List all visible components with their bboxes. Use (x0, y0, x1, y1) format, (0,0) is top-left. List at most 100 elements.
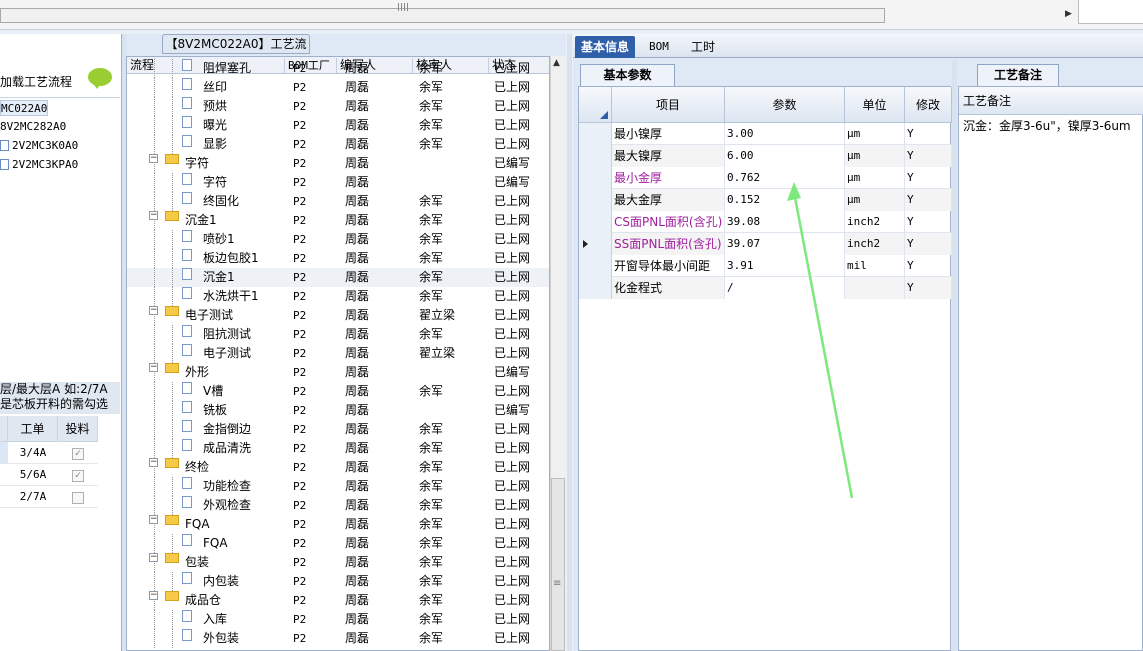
param-row[interactable]: 化金程式 / Y (579, 277, 952, 299)
param-row[interactable]: 开窗导体最小间距 3.91 mil Y (579, 255, 952, 277)
param-value[interactable]: 39.08 (725, 211, 845, 233)
param-row[interactable]: 最小金厚 0.762 μm Y (579, 167, 952, 189)
tab-2[interactable]: 工时 (685, 36, 721, 58)
writer-cell: 周磊 (345, 555, 370, 569)
bom-cell: P2 (293, 290, 307, 303)
collapse-icon[interactable]: − (149, 458, 158, 467)
collapse-icon[interactable]: − (149, 515, 158, 524)
bom-cell: P2 (293, 537, 307, 550)
param-value[interactable]: 6.00 (725, 145, 845, 167)
param-value[interactable]: 3.00 (725, 123, 845, 145)
collapse-icon[interactable]: − (149, 306, 158, 315)
process-flow-tab[interactable]: 【8V2MC022A0】工艺流程 (162, 34, 310, 69)
param-value[interactable]: 0.152 (725, 189, 845, 211)
param-value[interactable]: 3.91 (725, 255, 845, 277)
collapse-icon[interactable]: − (149, 363, 158, 372)
feed-checkbox[interactable]: ✓ (72, 447, 84, 460)
tree-row[interactable]: V槽 P2 周磊 余军 已上网 (127, 382, 549, 401)
collapse-icon[interactable]: − (149, 211, 158, 220)
tree-row[interactable]: − 包装 P2 周磊 余军 已上网 (127, 553, 549, 572)
job-list-item[interactable]: 2V2MC3KPA0 (0, 157, 78, 171)
param-row[interactable]: 最小镍厚 3.00 μm Y (579, 123, 952, 145)
collapse-icon[interactable]: − (149, 553, 158, 562)
tree-row[interactable]: 阻抗测试 P2 周磊 余军 已上网 (127, 325, 549, 344)
param-row[interactable]: 最大镍厚 6.00 μm Y (579, 145, 952, 167)
tree-row[interactable]: 字符 P2 周磊 已编写 (127, 173, 549, 192)
right-splitter[interactable] (952, 60, 957, 651)
feed-checkbox[interactable]: ✓ (72, 469, 84, 482)
job-list-item[interactable]: 8V2MC282A0 (0, 119, 66, 133)
tree-row[interactable]: − 成品仓 P2 周磊 余军 已上网 (127, 591, 549, 610)
param-row[interactable]: 最大金厚 0.152 μm Y (579, 189, 952, 211)
scroll-right-arrow-icon[interactable]: ▶ (1065, 9, 1072, 19)
bom-cell: P2 (293, 366, 307, 379)
tab-basic-params[interactable]: 基本参数 (580, 64, 675, 86)
param-value[interactable]: 0.762 (725, 167, 845, 189)
step-name: 成品清洗 (203, 441, 252, 455)
tab-0[interactable]: 基本信息 (575, 36, 636, 58)
tree-row[interactable]: 内包装 P2 周磊 余军 已上网 (127, 572, 549, 591)
tree-scroll-thumb[interactable] (551, 478, 565, 651)
tree-row[interactable]: 外包装 P2 周磊 余军 已上网 (127, 629, 549, 648)
tree-row[interactable]: 终固化 P2 周磊 余军 已上网 (127, 192, 549, 211)
bom-cell: P2 (293, 233, 307, 246)
feed-checkbox[interactable] (72, 491, 84, 504)
status-cell: 已上网 (494, 289, 531, 303)
layer-note: 层/最大层A 如:2/7A 是芯板开料的需勾选 (0, 382, 120, 414)
tree-guide (154, 572, 155, 591)
tree-row[interactable]: − 沉金1 P2 周磊 余军 已上网 (127, 211, 549, 230)
collapse-icon[interactable]: − (149, 154, 158, 163)
param-value[interactable]: / (725, 277, 845, 299)
tree-row[interactable]: 电子测试 P2 周磊 翟立梁 已上网 (127, 344, 549, 363)
tree-row[interactable]: FQA P2 周磊 余军 已上网 (127, 534, 549, 553)
tree-row[interactable]: − 电子测试 P2 周磊 翟立梁 已上网 (127, 306, 549, 325)
page-icon (182, 496, 192, 508)
tree-row[interactable]: 丝印 P2 周磊 余军 已上网 (127, 78, 549, 97)
bom-cell: P2 (293, 480, 307, 493)
tree-row[interactable]: 入库 P2 周磊 余军 已上网 (127, 610, 549, 629)
param-value[interactable]: 39.07 (725, 233, 845, 255)
tab-process-notes[interactable]: 工艺备注 (977, 64, 1059, 86)
middle-splitter[interactable] (567, 34, 572, 651)
tree-row[interactable]: 成品清洗 P2 周磊 余军 已上网 (127, 439, 549, 458)
tree-row[interactable]: − FQA P2 周磊 余军 已上网 (127, 515, 549, 534)
tree-row[interactable]: − 终检 P2 周磊 余军 已上网 (127, 458, 549, 477)
param-col-3[interactable]: 修改 (905, 87, 952, 123)
horizontal-scrollbar[interactable] (0, 8, 885, 23)
tree-row[interactable]: − 外形 P2 周磊 已编写 (127, 363, 549, 382)
bom-cell: P2 (293, 138, 307, 151)
tree-row[interactable]: 预烘 P2 周磊 余军 已上网 (127, 97, 549, 116)
param-row[interactable]: SS面PNL面积(含孔) 39.07 inch2 Y (579, 233, 952, 255)
tree-row[interactable]: 水洗烘干1 P2 周磊 余军 已上网 (127, 287, 549, 306)
tree-guide (154, 173, 155, 192)
collapse-icon[interactable]: − (149, 591, 158, 600)
notes-text[interactable]: 沉金：金厚3-6u"，镍厚3-6um (963, 117, 1131, 134)
bom-cell: P2 (293, 518, 307, 531)
chat-bubble-icon[interactable] (88, 68, 112, 89)
tree-row[interactable]: 功能检查 P2 周磊 余军 已上网 (127, 477, 549, 496)
tree-row[interactable]: 喷砂1 P2 周磊 余军 已上网 (127, 230, 549, 249)
writer-cell: 周磊 (345, 194, 370, 208)
tree-row[interactable]: 沉金1 P2 周磊 余军 已上网 (127, 268, 549, 287)
scroll-up-arrow-icon[interactable]: ▲ (553, 58, 560, 68)
tree-row[interactable]: 金指倒边 P2 周磊 余军 已上网 (127, 420, 549, 439)
param-col-0[interactable]: 项目 (612, 87, 725, 123)
tree-row[interactable]: 板边包胶1 P2 周磊 余军 已上网 (127, 249, 549, 268)
tree-row[interactable]: 显影 P2 周磊 余军 已上网 (127, 135, 549, 154)
page-icon (182, 344, 192, 356)
job-list-item[interactable]: 2V2MC3K0A0 (0, 138, 78, 152)
step-name: 外观检查 (203, 498, 252, 512)
param-row[interactable]: CS面PNL面积(含孔) 39.08 inch2 Y (579, 211, 952, 233)
scroll-thumb-grip-icon[interactable]: ≡ (553, 578, 561, 589)
param-col-1[interactable]: 参数 (725, 87, 845, 123)
tree-row[interactable]: 外观检查 P2 周磊 余军 已上网 (127, 496, 549, 515)
tree-row[interactable]: 曝光 P2 周磊 余军 已上网 (127, 116, 549, 135)
job-list-item[interactable]: MC022A0 (0, 100, 49, 116)
tree-row[interactable]: 铣板 P2 周磊 已编写 (127, 401, 549, 420)
tab-1[interactable]: BOM (643, 36, 675, 58)
param-col-2[interactable]: 单位 (845, 87, 905, 123)
tree-row[interactable]: 阻焊塞孔 P2 周磊 余军 已上网 (127, 59, 549, 78)
tree-row[interactable]: − 字符 P2 周磊 已编写 (127, 154, 549, 173)
step-name: 终固化 (203, 194, 240, 208)
scrollbar-grip-icon[interactable] (398, 3, 408, 11)
